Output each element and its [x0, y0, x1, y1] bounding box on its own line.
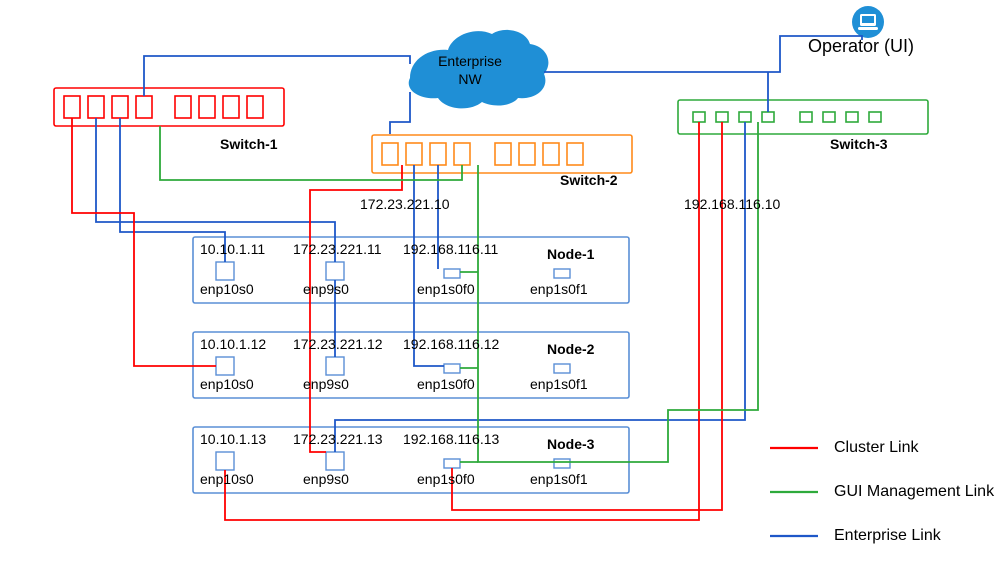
- switch-3-label: Switch-3: [830, 136, 888, 152]
- switch-2-label: Switch-2: [560, 172, 618, 188]
- n1-if2-ip: 192.168.116.11: [403, 241, 498, 257]
- n3-if1-ip: 172.23.221.13: [293, 431, 383, 447]
- link-enterprise-sw2-cloud: [390, 92, 410, 134]
- n1-if1-dev: enp9s0: [303, 281, 349, 297]
- operator-label: Operator (UI): [808, 36, 914, 57]
- n1-if1-ip: 172.23.221.11: [293, 241, 382, 257]
- legend-cluster: Cluster Link: [834, 439, 918, 457]
- legend-gui: GUI Management Link: [834, 483, 994, 501]
- switch-3-icon: [678, 100, 928, 134]
- legend: [770, 448, 818, 536]
- cloud-line2: NW: [458, 71, 482, 87]
- n2-if0-ip: 10.10.1.12: [200, 336, 266, 352]
- n2-if2-ip: 192.168.116.12: [403, 336, 499, 352]
- n1-if3-dev: enp1s0f1: [530, 281, 588, 297]
- n1-if0-dev: enp10s0: [200, 281, 254, 297]
- switch-1-label: Switch-1: [220, 136, 278, 152]
- enterprise-cloud-icon: Enterprise NW: [409, 30, 549, 108]
- n3-if0-dev: enp10s0: [200, 471, 254, 487]
- link-gui-sw1-sw2: [160, 126, 462, 180]
- n3-if2-dev: enp1s0f0: [417, 471, 475, 487]
- n2-if1-dev: enp9s0: [303, 376, 349, 392]
- n2-if0-dev: enp10s0: [200, 376, 254, 392]
- node-1-name: Node-1: [547, 246, 594, 262]
- n2-if2-dev: enp1s0f0: [417, 376, 475, 392]
- n1-if2-dev: enp1s0f0: [417, 281, 475, 297]
- link-enterprise-sw1-cloud: [144, 56, 410, 96]
- n2-if1-ip: 172.23.221.12: [293, 336, 383, 352]
- sw3-ip-label: 192.168.116.10: [684, 196, 780, 212]
- n3-if3-dev: enp1s0f1: [530, 471, 588, 487]
- sw2-ip-label: 172.23.221.10: [360, 196, 450, 212]
- n1-if0-ip: 10.10.1.11: [200, 241, 265, 257]
- node-2-name: Node-2: [547, 341, 594, 357]
- legend-enterprise: Enterprise Link: [834, 527, 941, 545]
- link-cluster-sw1-node2: [72, 118, 216, 366]
- n3-if0-ip: 10.10.1.13: [200, 431, 266, 447]
- n3-if2-ip: 192.168.116.13: [403, 431, 499, 447]
- operator-ui-icon: [852, 6, 884, 38]
- switch-1-icon: [54, 88, 284, 126]
- link-cluster-sw3-node3-a: [225, 122, 699, 520]
- cloud-line1: Enterprise: [438, 53, 502, 69]
- n2-if3-dev: enp1s0f1: [530, 376, 588, 392]
- switch-2-icon: [372, 135, 632, 173]
- node-3-name: Node-3: [547, 436, 594, 452]
- n3-if1-dev: enp9s0: [303, 471, 349, 487]
